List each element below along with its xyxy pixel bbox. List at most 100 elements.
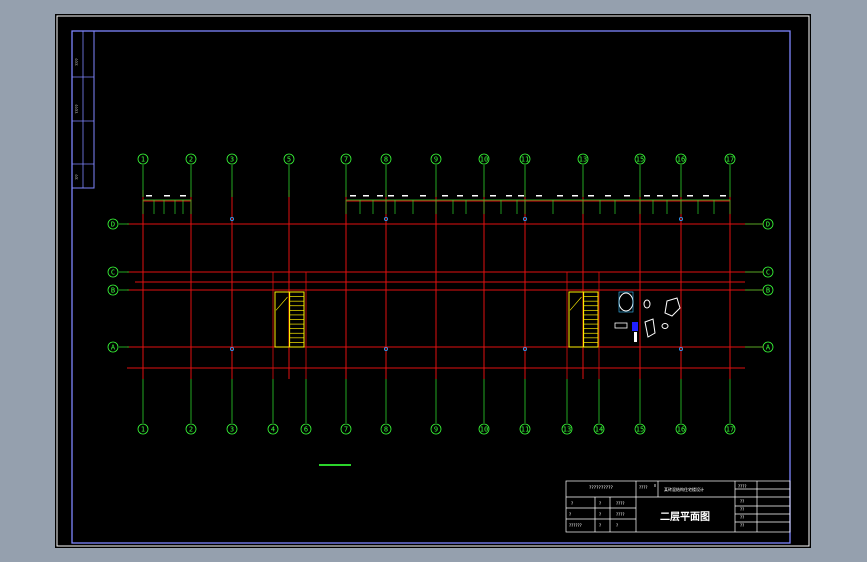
tb-cell-a: ?	[571, 501, 573, 506]
axis-bubble-bottom-2-label: 2	[189, 426, 193, 434]
axis-lines-layer	[119, 165, 762, 423]
tb-cell-b: ?	[599, 501, 601, 506]
dim-label-r-17	[624, 195, 630, 197]
sink	[664, 297, 681, 317]
axis-bubble-bottom-17: 17	[724, 423, 736, 435]
tb-project-code: ????	[639, 485, 648, 490]
axis-bubble-bottom-7-label: 7	[344, 426, 348, 434]
axis-bubble-bottom-16: 16	[675, 423, 687, 435]
tb-small-3: ?	[599, 523, 601, 528]
dim-label-r-2	[377, 195, 383, 197]
dim-label-r-11	[518, 195, 524, 197]
dim-label-r-13	[557, 195, 563, 197]
axis-bubble-bottom-3-label: 3	[230, 426, 234, 434]
axis-bubble-bottom-11-label: 11	[521, 426, 529, 434]
axis-bubble-top-16: 16	[675, 153, 687, 165]
axis-bubble-top-1-label: 1	[141, 156, 145, 164]
dim-label-r-9	[490, 195, 496, 197]
axis-bubble-top-8-label: 8	[384, 156, 388, 164]
white-marker	[634, 332, 637, 342]
toilet-1	[643, 299, 651, 309]
axis-bubble-left-B: B	[107, 284, 119, 296]
axis-bubble-top-17-label: 17	[726, 156, 734, 164]
axis-bubble-right-C-label: C	[766, 269, 770, 277]
tb-side-3: ??	[740, 515, 744, 520]
dim-label-r-6	[442, 195, 448, 197]
axis-bubble-bottom-13-label: 13	[563, 426, 571, 434]
axis-bubble-top-9-label: 9	[434, 156, 438, 164]
dim-label-r-5	[420, 195, 426, 197]
axis-bubble-bottom-11: 11	[519, 423, 531, 435]
tb-school-name: ??????????	[589, 485, 613, 491]
dim-label-r-18	[644, 195, 650, 197]
axis-bubble-left-C-label: C	[111, 269, 115, 277]
blue-marker	[632, 322, 638, 331]
strip-label-2: ?????	[75, 104, 79, 113]
tb-side-4: ??	[740, 523, 744, 528]
axis-bubble-right-B-label: B	[766, 287, 770, 295]
axis-bubble-top-15: 15	[634, 153, 646, 165]
tb-side-2: ??	[740, 507, 744, 512]
axis-bubble-top-10: 10	[478, 153, 490, 165]
dim-label-r-16	[605, 195, 611, 197]
axis-bubble-bottom-17-label: 17	[726, 426, 734, 434]
tb-side-1: ??	[740, 499, 744, 504]
tb-cell-e: ??????	[569, 523, 582, 528]
stair-arrow-2	[569, 296, 582, 311]
axis-bubble-left-C: C	[107, 266, 119, 278]
axis-bubble-bottom-9: 9	[430, 423, 442, 435]
dim-label-r-20	[672, 195, 678, 197]
axis-bubble-top-2-label: 2	[189, 156, 193, 164]
axis-bubble-left-A: A	[107, 341, 119, 353]
axis-bubble-left-D: D	[107, 218, 119, 230]
axis-bubble-bottom-9-label: 9	[434, 426, 438, 434]
axis-bubble-top-5-label: 5	[287, 156, 291, 164]
axis-bubble-top-16-label: 16	[677, 156, 685, 164]
label-box	[614, 322, 628, 329]
floor-plan-drawing: ???? ????? ??? 1 2 3 5 7 8 9 10 11 13 15 16 171 2 3 4 6 7…	[56, 15, 810, 547]
dim-label-r-15	[588, 195, 594, 197]
axis-bubble-left-D-label: D	[111, 221, 115, 229]
dim-label-r-8	[472, 195, 478, 197]
axis-bubble-top-1: 1	[137, 153, 149, 165]
dim-label-r-0	[350, 195, 356, 197]
axis-bubble-bottom-10-label: 10	[480, 426, 488, 434]
binding-strip: ???? ????? ???	[71, 30, 95, 189]
axis-bubble-top-11: 11	[519, 153, 531, 165]
axis-bubble-top-5: 5	[283, 153, 295, 165]
floor-drain	[661, 323, 669, 329]
dim-label-r-1	[363, 195, 369, 197]
dim-label-l-2	[180, 195, 186, 197]
drawing-sheet: ???? ????? ??? 1 2 3 5 7 8 9 10 11 13 15 16 17 1 2 3 4 6 7…	[55, 14, 811, 548]
axis-bubble-bottom-3: 3	[226, 423, 238, 435]
tb-small-1: ?	[569, 512, 571, 517]
tb-small-2: ?	[599, 512, 601, 517]
strip-label-1: ????	[75, 58, 79, 66]
axis-bubble-right-D-label: D	[766, 221, 770, 229]
tb-cell-c: ????	[616, 501, 625, 506]
axis-bubble-right-D: D	[762, 218, 774, 230]
strip-label-3: ???	[75, 174, 79, 180]
axis-bubble-right-C: C	[762, 266, 774, 278]
dim-label-l-0	[146, 195, 152, 197]
axis-bubble-top-13: 13	[577, 153, 589, 165]
axis-bubble-bottom-2: 2	[185, 423, 197, 435]
axis-bubble-bottom-15: 15	[634, 423, 646, 435]
dim-label-r-4	[402, 195, 408, 197]
sheet-border	[56, 15, 810, 547]
axis-bubble-bottom-14-label: 14	[595, 426, 603, 434]
bathtub	[618, 292, 634, 312]
axis-bubble-bottom-16-label: 16	[677, 426, 685, 434]
dim-label-r-7	[457, 195, 463, 197]
axis-bubble-bottom-8: 8	[380, 423, 392, 435]
axis-bubble-top-15-label: 15	[636, 156, 644, 164]
tb-project-name: 某砖混结构住宅楼设计	[664, 486, 704, 492]
axis-bubble-bottom-1-label: 1	[141, 426, 145, 434]
cad-viewport[interactable]: ???? ????? ??? 1 2 3 5 7 8 9 10 11 13 15 16 17 1 2 3 4 6 7…	[0, 0, 867, 562]
axis-bubble-right-A: A	[762, 341, 774, 353]
axis-bubble-top-9: 9	[430, 153, 442, 165]
tb-small-4: ?	[616, 523, 618, 528]
axis-bubble-bottom-4-label: 4	[271, 426, 275, 434]
axis-bubble-bottom-1: 1	[137, 423, 149, 435]
axis-bubble-top-3: 3	[226, 153, 238, 165]
